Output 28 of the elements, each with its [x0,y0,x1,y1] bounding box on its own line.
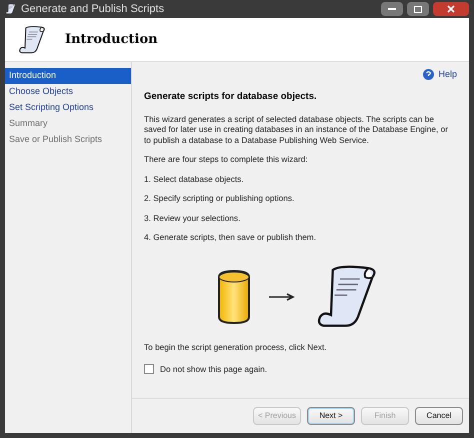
sidebar-item[interactable]: Choose Objects [5,84,131,100]
maximize-icon [414,6,422,12]
close-button[interactable] [433,2,469,16]
close-icon [447,5,455,13]
help-link[interactable]: Help [438,68,457,82]
help-icon [423,69,434,80]
step-text: 2. Specify scripting or publishing options. [144,192,296,205]
database-icon [216,269,250,326]
checkbox-label: Do not show this page again. [160,362,268,376]
maximize-button[interactable] [407,2,429,16]
checkbox[interactable] [144,364,154,374]
wizard-button[interactable]: Next > [307,407,355,425]
window-title: Generate and Publish Scripts [21,2,164,17]
wizard-button[interactable]: Cancel [415,407,463,425]
minimize-icon [388,8,396,10]
step-text: 4. Generate scripts, then save or publish them. [144,231,318,244]
step-text: 1. Select database objects. [144,172,245,186]
sidebar-item[interactable]: Set Scripting Options [5,100,131,116]
minimize-button[interactable] [381,2,403,16]
step-text: 3. Review your selections. [144,212,242,224]
description-text: This wizard generates a script of selected database objects. The scripts can be saved for later use in creating databases in an instance of the Database Engine, or to publish a database to a Database Publishing Web Service. [144,114,449,146]
app-icon [5,3,17,15]
section-heading: Generate scripts for database objects. [144,90,318,104]
sidebar-item[interactable]: Introduction [5,68,131,84]
arrow-icon [268,293,294,302]
steps-intro: There are four steps to complete this wizard: [144,153,309,166]
page-title: Introduction [65,30,158,49]
instruction-text: To begin the script generation process, click Next. [144,341,328,354]
